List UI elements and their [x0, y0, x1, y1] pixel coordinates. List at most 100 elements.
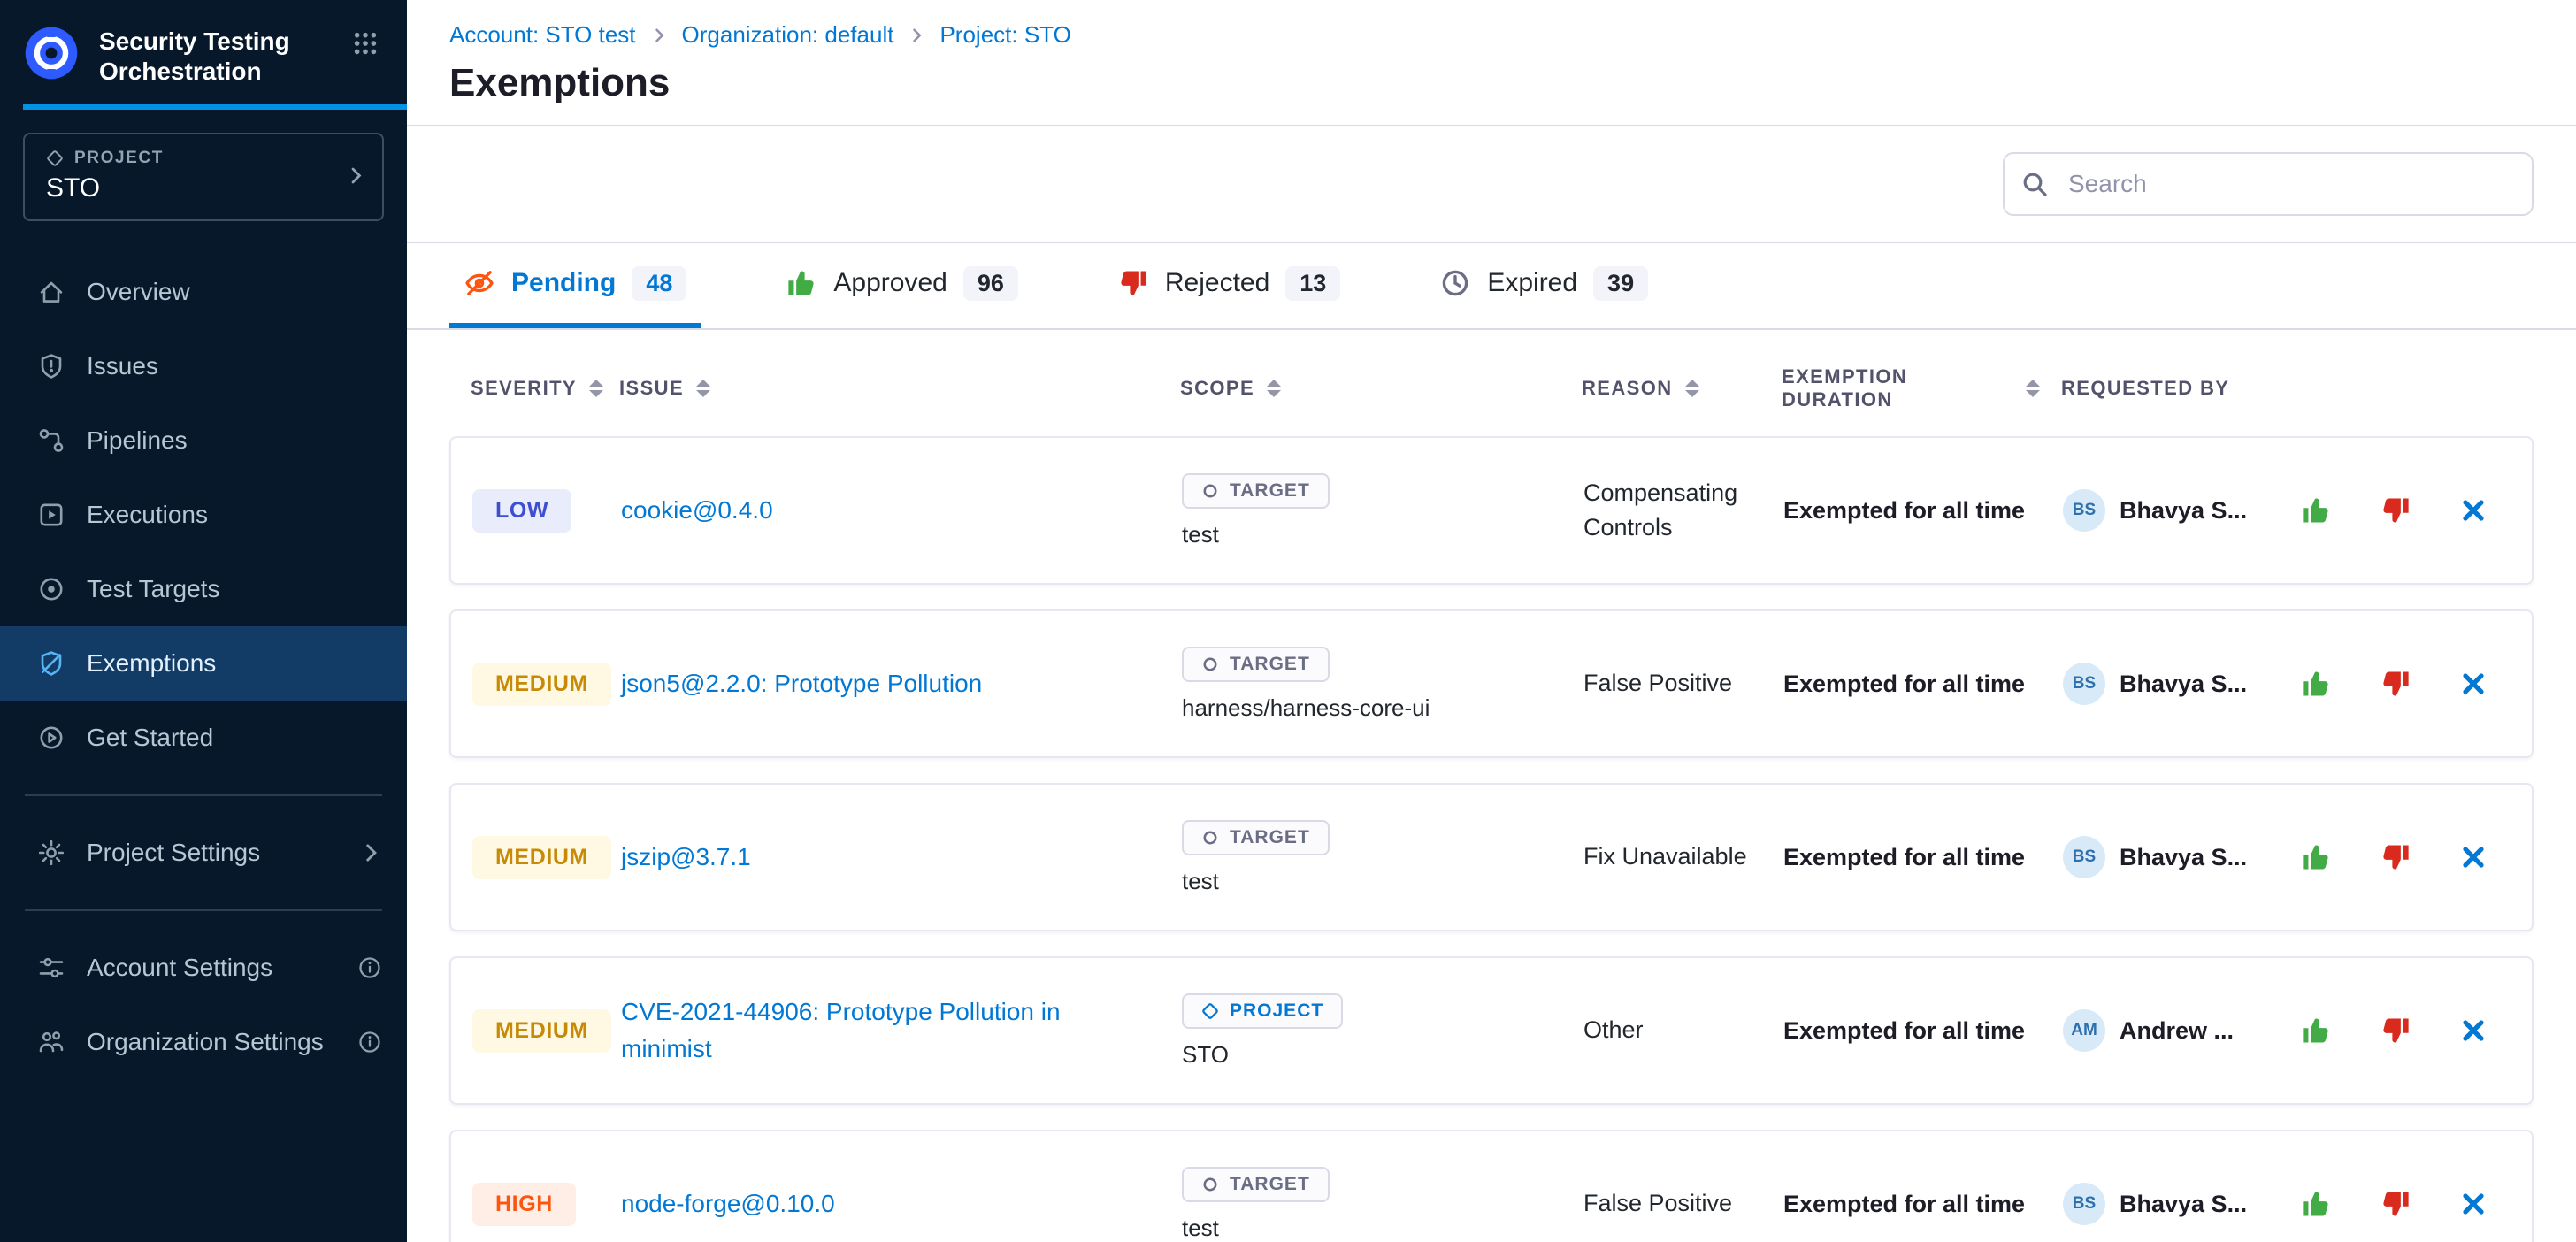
project-icon [46, 150, 64, 167]
breadcrumb-account-link[interactable]: Account: STO test [449, 21, 636, 49]
reject-button[interactable] [2376, 664, 2415, 703]
sidebar-item-get-started[interactable]: Get Started [0, 701, 407, 775]
column-header-scope[interactable]: SCOPE [1180, 365, 1582, 411]
actions-cell [2296, 491, 2511, 530]
approve-button[interactable] [2296, 1184, 2335, 1223]
pipelines-icon [37, 426, 65, 455]
home-icon [37, 278, 65, 306]
table-row[interactable]: MEDIUM jszip@3.7.1 TARGET test Fix Unava… [449, 783, 2534, 932]
column-header-severity[interactable]: SEVERITY [471, 365, 619, 411]
shield-icon [37, 352, 65, 380]
sidebar-item-label: Account Settings [87, 954, 272, 982]
requested-by-cell: BS Bhavya S... [2063, 1183, 2296, 1225]
tabs: Pending 48 Approved 96 Rejected 13 Expir… [407, 243, 2576, 330]
sidebar-item-account-settings[interactable]: Account Settings [0, 931, 407, 1005]
approve-button[interactable] [2296, 664, 2335, 703]
target-icon [37, 575, 65, 603]
sort-icon[interactable] [1685, 380, 1699, 397]
sidebar-item-overview[interactable]: Overview [0, 255, 407, 329]
table-row[interactable]: LOW cookie@0.4.0 TARGET test Compensatin… [449, 436, 2534, 585]
issue-link[interactable]: jszip@3.7.1 [621, 839, 1154, 876]
scope-type-label: PROJECT [1230, 1000, 1323, 1022]
scope-cell: TARGET test [1182, 820, 1583, 895]
issue-link[interactable]: node-forge@0.10.0 [621, 1185, 1154, 1223]
column-header-issue[interactable]: ISSUE [619, 365, 1180, 411]
tab-approved[interactable]: Approved 96 [771, 243, 1031, 328]
tab-expired[interactable]: Expired 39 [1425, 243, 1662, 328]
requester-name: Bhavya S... [2120, 671, 2247, 698]
column-header-exemption-duration[interactable]: EXEMPTION DURATION [1782, 365, 2061, 411]
organization-icon [37, 1028, 65, 1056]
tab-rejected[interactable]: Rejected 13 [1103, 243, 1354, 328]
approve-button[interactable] [2296, 1011, 2335, 1050]
sidebar-item-exemptions[interactable]: Exemptions [0, 626, 407, 701]
sidebar-item-executions[interactable]: Executions [0, 478, 407, 552]
sort-icon[interactable] [2026, 380, 2040, 397]
tab-label: Approved [833, 268, 947, 298]
table-row[interactable]: HIGH node-forge@0.10.0 TARGET test False… [449, 1130, 2534, 1242]
duration-cell: Exempted for all time [1783, 1191, 2063, 1218]
severity-cell: MEDIUM [472, 836, 621, 879]
sidebar-item-issues[interactable]: Issues [0, 329, 407, 403]
reject-button[interactable] [2376, 1011, 2415, 1050]
approve-button[interactable] [2296, 838, 2335, 877]
issue-link[interactable]: CVE-2021-44906: Prototype Pollution in m… [621, 993, 1154, 1068]
cancel-button[interactable] [2456, 1013, 2491, 1048]
sidebar-item-label: Pipelines [87, 426, 188, 455]
sidebar-nav: Overview Issues Pipelines Executions Tes… [0, 255, 407, 775]
gear-icon [37, 839, 65, 867]
reject-button[interactable] [2376, 1184, 2415, 1223]
issue-link[interactable]: cookie@0.4.0 [621, 492, 1154, 529]
avatar: AM [2063, 1009, 2105, 1052]
avatar: BS [2063, 489, 2105, 532]
sidebar-item-test-targets[interactable]: Test Targets [0, 552, 407, 626]
play-circle-icon [37, 724, 65, 752]
cancel-button[interactable] [2456, 493, 2491, 528]
cancel-button[interactable] [2456, 1186, 2491, 1222]
breadcrumb-project-link[interactable]: Project: STO [939, 21, 1070, 49]
sort-icon[interactable] [589, 380, 603, 397]
duration-cell: Exempted for all time [1783, 497, 2063, 525]
scope-cell: TARGET test [1182, 1167, 1583, 1242]
cancel-button[interactable] [2456, 666, 2491, 702]
table-row[interactable]: MEDIUM json5@2.2.0: Prototype Pollution … [449, 610, 2534, 758]
scope-badge: PROJECT [1182, 993, 1343, 1029]
column-header-reason[interactable]: REASON [1582, 365, 1782, 411]
sort-icon[interactable] [1267, 380, 1281, 397]
table-row[interactable]: MEDIUM CVE-2021-44906: Prototype Polluti… [449, 956, 2534, 1105]
apps-grid-icon[interactable] [345, 23, 386, 71]
sidebar-item-pipelines[interactable]: Pipelines [0, 403, 407, 478]
reject-button[interactable] [2376, 491, 2415, 530]
sidebar-item-organization-settings[interactable]: Organization Settings [0, 1005, 407, 1079]
severity-badge: MEDIUM [472, 836, 611, 879]
issue-cell: node-forge@0.10.0 [621, 1185, 1182, 1223]
tab-pending[interactable]: Pending 48 [449, 243, 701, 328]
scope-type-label: TARGET [1230, 654, 1310, 675]
requested-by-cell: BS Bhavya S... [2063, 836, 2296, 878]
project-selector[interactable]: PROJECT STO [23, 133, 384, 221]
requested-by-cell: BS Bhavya S... [2063, 663, 2296, 705]
project-scope-icon [1201, 1002, 1219, 1020]
severity-badge: HIGH [472, 1183, 576, 1226]
target-scope-icon [1201, 829, 1219, 847]
chevron-right-icon [359, 841, 382, 864]
breadcrumb-organization-link[interactable]: Organization: default [682, 21, 894, 49]
reject-button[interactable] [2376, 838, 2415, 877]
actions-cell [2296, 664, 2511, 703]
project-label: PROJECT [74, 149, 164, 168]
scope-name: test [1182, 868, 1219, 895]
duration-cell: Exempted for all time [1783, 671, 2063, 698]
sidebar-item-label: Project Settings [87, 839, 260, 867]
main-content: Account: STO test Organization: default … [407, 0, 2576, 1242]
sort-icon[interactable] [696, 380, 710, 397]
scope-badge: TARGET [1182, 1167, 1330, 1202]
search-icon [2020, 170, 2049, 198]
search-input[interactable] [2003, 152, 2534, 216]
sidebar-divider [25, 909, 382, 911]
shield-off-icon [37, 649, 65, 678]
approve-button[interactable] [2296, 491, 2335, 530]
issue-link[interactable]: json5@2.2.0: Prototype Pollution [621, 665, 1154, 702]
column-header-requested-by: REQUESTED BY [2061, 365, 2295, 411]
cancel-button[interactable] [2456, 840, 2491, 875]
sidebar-item-project-settings[interactable]: Project Settings [0, 816, 407, 890]
